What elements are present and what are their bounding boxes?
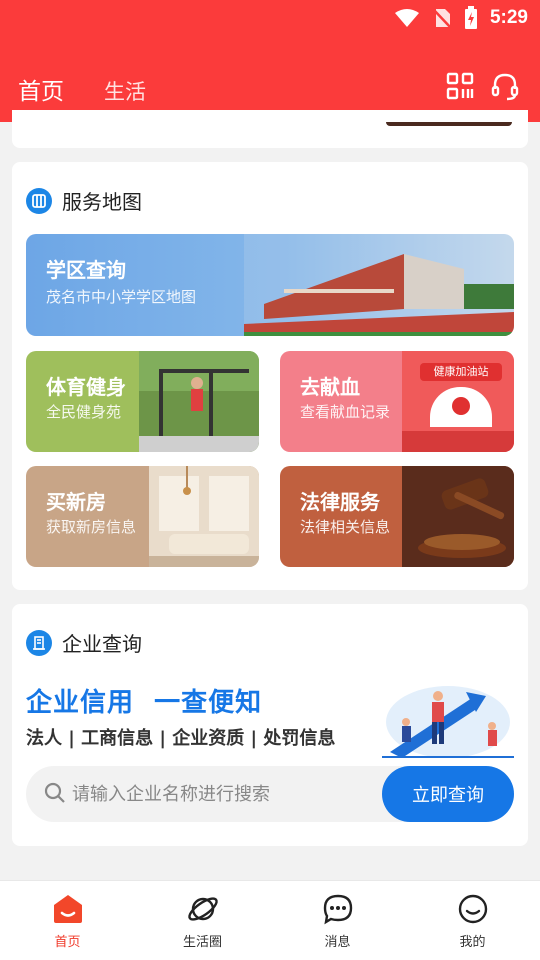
section-title: 企业查询	[62, 632, 142, 656]
enterprise-search-bar: 立即查询	[26, 766, 514, 822]
wifi-icon	[394, 9, 419, 27]
fitness-park-image	[139, 351, 259, 452]
home-icon	[53, 895, 82, 923]
tab-life[interactable]: 生活	[104, 76, 146, 106]
living-room-image	[149, 466, 259, 567]
tab-life-label: 生活	[104, 80, 146, 104]
tile-title: 学区查询	[46, 258, 126, 282]
section-title: 服务地图	[62, 190, 142, 214]
tile-title: 法律服务	[300, 490, 380, 514]
nav-label: 消息	[324, 935, 351, 950]
nav-item-life-circle[interactable]: 生活圈	[135, 881, 270, 960]
new-house-tile[interactable]: 买新房 获取新房信息	[26, 466, 259, 567]
tile-title: 去献血	[300, 375, 360, 399]
no-sim-icon	[432, 8, 452, 29]
search-icon	[44, 782, 65, 803]
smile-face-icon	[458, 894, 487, 924]
chat-bubble-icon	[323, 894, 352, 925]
blood-station-banner: 健康加油站	[420, 363, 502, 381]
blood-donation-tile[interactable]: 健康加油站 去献血 查看献血记录	[280, 351, 514, 452]
school-building-image	[244, 234, 514, 336]
tile-subtitle: 法律相关信息	[300, 518, 391, 536]
nav-label: 首页	[54, 935, 81, 950]
enterprise-slogan: 企业信用 一查便知	[26, 688, 263, 718]
blood-station-image: 健康加油站	[402, 351, 514, 452]
gavel-image	[402, 466, 514, 567]
legal-service-tile[interactable]: 法律服务 法律相关信息	[280, 466, 514, 567]
tab-home[interactable]: 首页	[18, 72, 64, 120]
headset-support-icon[interactable]	[490, 72, 520, 102]
nav-label: 我的	[459, 935, 486, 950]
search-submit-button[interactable]: 立即查询	[382, 766, 514, 822]
nav-label: 生活圈	[182, 935, 222, 950]
tile-subtitle: 获取新房信息	[46, 518, 137, 536]
bottom-navigation: 首页 生活圈 消息 我的	[0, 880, 540, 960]
building-icon	[26, 629, 52, 656]
nav-item-mine[interactable]: 我的	[405, 881, 540, 960]
qr-scan-icon[interactable]	[446, 72, 474, 100]
tile-subtitle: 茂名市中小学学区地图	[46, 288, 197, 306]
nav-item-home[interactable]: 首页	[0, 881, 135, 960]
enterprise-search-input[interactable]	[72, 766, 372, 822]
tile-title: 体育健身	[46, 375, 126, 399]
business-illustration	[382, 686, 514, 758]
enterprise-tags: 法人 | 工商信息 | 企业资质 | 处罚信息	[26, 728, 336, 749]
tile-title: 买新房	[46, 490, 106, 514]
status-bar: 5:29	[0, 0, 540, 36]
tab-home-label: 首页	[18, 79, 64, 105]
fitness-tile[interactable]: 体育健身 全民健身苑	[26, 351, 259, 452]
status-time: 5:29	[489, 7, 528, 28]
enterprise-query-card: 企业查询 企业信用 一查便知 法人 | 工商信息 | 企业资质 | 处罚信息 立…	[12, 604, 528, 846]
map-book-icon	[26, 187, 52, 214]
battery-icon	[464, 6, 477, 29]
tile-subtitle: 查看献血记录	[300, 403, 391, 421]
app-header: 5:29 首页 生活	[0, 0, 540, 122]
school-district-tile[interactable]: 学区查询 茂名市中小学学区地图	[26, 234, 514, 336]
nav-item-messages[interactable]: 消息	[270, 881, 405, 960]
service-map-card: 服务地图 学区查询 茂名市中小学学区地图 体育健身 全民健身苑 健康加油站 去献…	[12, 162, 528, 590]
previous-card-image	[386, 122, 512, 126]
tile-subtitle: 全民健身苑	[46, 403, 122, 421]
planet-icon	[187, 897, 218, 921]
previous-card-edge	[12, 110, 528, 148]
